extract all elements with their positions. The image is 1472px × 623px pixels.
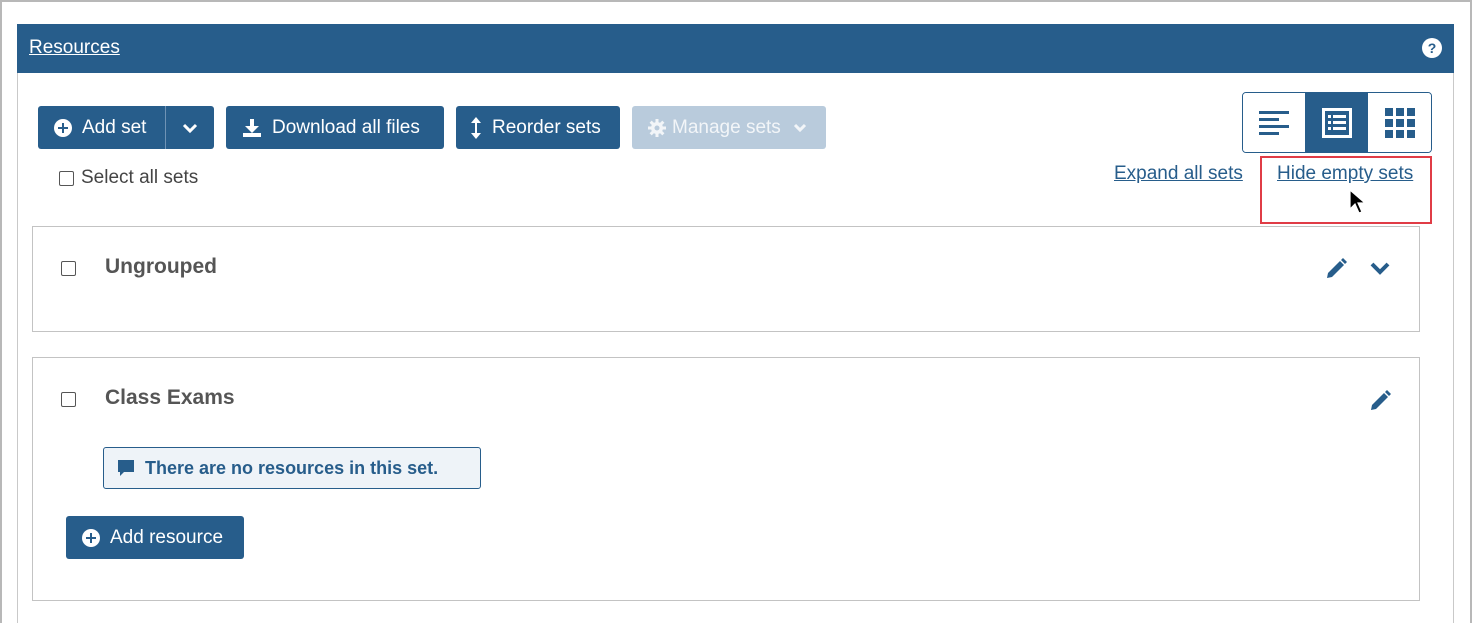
set-checkbox[interactable] xyxy=(61,261,76,276)
add-set-label: Add set xyxy=(82,116,147,138)
plus-circle-icon xyxy=(54,118,72,137)
grid-view-icon xyxy=(1384,107,1415,138)
add-resource-button[interactable]: Add resource xyxy=(66,516,244,559)
resources-title-link[interactable]: Resources xyxy=(29,37,120,59)
set-card-ungrouped: Ungrouped xyxy=(32,226,1420,332)
select-all-label[interactable]: Select all sets xyxy=(81,167,198,189)
gear-icon xyxy=(648,118,666,137)
pencil-icon xyxy=(1327,258,1347,278)
set-title: Class Exams xyxy=(105,386,235,409)
list-view-button[interactable] xyxy=(1243,93,1306,152)
manage-sets-button[interactable]: Manage sets xyxy=(632,106,826,149)
reorder-label: Reorder sets xyxy=(492,116,601,138)
reorder-arrows-icon xyxy=(471,116,481,139)
expand-set-button[interactable] xyxy=(1366,255,1394,283)
empty-set-notice: There are no resources in this set. xyxy=(103,447,481,489)
pencil-icon xyxy=(1371,390,1391,410)
chevron-down-icon xyxy=(1370,262,1390,275)
set-card-class-exams: Class Exams There are no resources in th… xyxy=(32,357,1420,601)
view-toggle-group xyxy=(1242,92,1432,153)
detail-view-button[interactable] xyxy=(1305,93,1369,152)
mouse-cursor-icon xyxy=(1349,189,1367,214)
add-set-split-button: Add set xyxy=(38,106,214,149)
highlight-box xyxy=(1260,156,1432,224)
add-resource-label: Add resource xyxy=(110,526,224,548)
select-all-checkbox[interactable] xyxy=(59,170,74,186)
edit-set-button[interactable] xyxy=(1322,255,1350,283)
edit-set-button[interactable] xyxy=(1366,387,1394,415)
download-icon xyxy=(243,118,261,137)
add-set-button[interactable]: Add set xyxy=(38,106,165,149)
comment-icon xyxy=(118,460,134,476)
list-view-icon xyxy=(1258,110,1289,135)
download-label: Download all files xyxy=(272,116,420,138)
help-icon[interactable]: ? xyxy=(1422,38,1442,58)
select-all-row: Select all sets xyxy=(59,167,198,189)
chevron-down-icon xyxy=(793,123,806,132)
reorder-sets-button[interactable]: Reorder sets xyxy=(456,106,620,149)
download-all-files-button[interactable]: Download all files xyxy=(226,106,444,149)
set-title: Ungrouped xyxy=(105,255,217,278)
set-checkbox[interactable] xyxy=(61,392,76,407)
plus-circle-icon xyxy=(82,528,100,547)
add-set-dropdown-button[interactable] xyxy=(166,106,214,149)
empty-set-message: There are no resources in this set. xyxy=(145,457,439,478)
chevron-down-icon xyxy=(182,123,198,133)
grid-view-button[interactable] xyxy=(1368,93,1431,152)
expand-all-sets-link[interactable]: Expand all sets xyxy=(1114,163,1243,185)
manage-label: Manage sets xyxy=(672,116,781,138)
detail-view-icon xyxy=(1321,107,1352,138)
resources-header: Resources ? xyxy=(17,24,1454,73)
